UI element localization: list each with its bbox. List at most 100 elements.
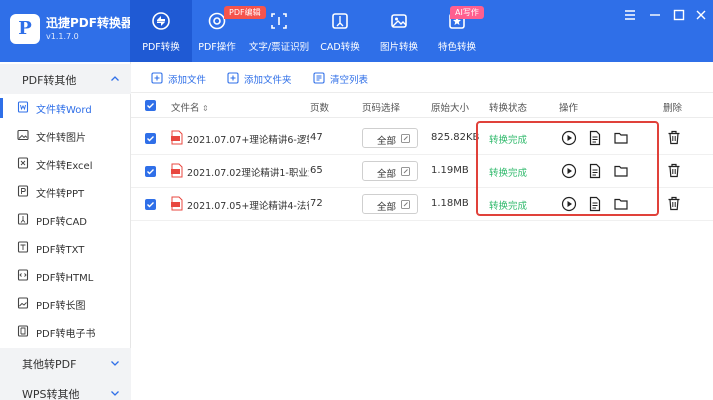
section-title: WPS转其他 bbox=[22, 388, 80, 400]
section-title: PDF转其他 bbox=[22, 74, 77, 87]
page-range-button[interactable]: 全部 bbox=[362, 161, 418, 181]
check-icon bbox=[147, 169, 154, 175]
add-folder-label: 添加文件夹 bbox=[244, 75, 292, 86]
app-version: v1.1.7.0 bbox=[46, 32, 79, 41]
check-icon bbox=[147, 202, 154, 208]
sort-icon: ⇕ bbox=[199, 104, 209, 113]
edit-icon bbox=[401, 200, 410, 209]
col-filename-label: 文件名 bbox=[171, 103, 200, 114]
row-checkbox[interactable] bbox=[145, 166, 156, 177]
sidebar-section-pdf-to-other[interactable]: PDF转其他 bbox=[0, 64, 131, 94]
chevron-down-icon bbox=[111, 391, 119, 396]
sidebar: PDF转其他 文件转Word 文件转图片 文件转Excel 文件转PPT PDF… bbox=[0, 62, 131, 400]
clear-list-icon bbox=[313, 72, 325, 84]
file-size: 825.82KB bbox=[431, 132, 480, 143]
col-status: 转换状态 bbox=[489, 103, 528, 114]
sidebar-item-file-to-word[interactable]: 文件转Word bbox=[0, 94, 131, 122]
page-count: 47 bbox=[310, 132, 323, 143]
close-icon[interactable] bbox=[694, 8, 708, 22]
sidebar-item-label: PDF转TXT bbox=[36, 245, 85, 256]
page-range-label: 全部 bbox=[377, 136, 397, 147]
sidebar-item-file-to-ppt[interactable]: 文件转PPT bbox=[0, 178, 131, 206]
menu-icon[interactable] bbox=[623, 8, 637, 22]
col-delete: 删除 bbox=[663, 103, 683, 114]
edit-icon bbox=[401, 134, 410, 143]
check-icon bbox=[147, 103, 154, 109]
sidebar-item-label: PDF转HTML bbox=[36, 273, 94, 284]
row-checkbox[interactable] bbox=[145, 133, 156, 144]
chevron-down-icon bbox=[111, 361, 119, 366]
page-range-button[interactable]: 全部 bbox=[362, 128, 418, 148]
row-checkbox[interactable] bbox=[145, 199, 156, 210]
image-icon bbox=[391, 14, 407, 28]
sidebar-item-label: PDF转电子书 bbox=[36, 329, 96, 340]
clear-list-button[interactable]: 清空列表 bbox=[313, 70, 393, 86]
trash-icon[interactable] bbox=[667, 130, 681, 145]
logo-icon: P bbox=[18, 18, 32, 39]
app-name: 迅捷PDF转换器 bbox=[46, 16, 133, 30]
table-header: 文件名 ⇕ 页数 页码选择 原始大小 转换状态 操作 删除 bbox=[131, 94, 713, 118]
top-bar: P 迅捷PDF转换器 v1.1.7.0 PDF转换 PDF操作 PDF编辑 文字… bbox=[0, 0, 713, 62]
file-name: 2021.07.07+理论精讲6-逻辑 bbox=[187, 135, 309, 146]
sidebar-item-pdf-to-cad[interactable]: PDF转CAD bbox=[0, 206, 131, 234]
add-file-icon bbox=[151, 72, 163, 84]
sidebar-item-file-to-image[interactable]: 文件转图片 bbox=[0, 122, 131, 150]
sidebar-item-file-to-excel[interactable]: 文件转Excel bbox=[0, 150, 131, 178]
page-range-label: 全部 bbox=[377, 169, 397, 180]
cad-icon bbox=[332, 13, 348, 29]
convert-icon bbox=[152, 12, 170, 30]
trash-icon[interactable] bbox=[667, 163, 681, 178]
file-name: 2021.07.02理论精讲1-职业注 bbox=[187, 168, 309, 179]
sidebar-item-pdf-to-ebook[interactable]: PDF转电子书 bbox=[0, 318, 131, 346]
sidebar-item-label: 文件转图片 bbox=[36, 133, 86, 144]
ebook-icon bbox=[17, 325, 29, 337]
sidebar-section-other-to-pdf[interactable]: 其他转PDF bbox=[0, 348, 131, 378]
main-panel: 添加文件 添加文件夹 清空列表 文件名 ⇕ 页数 页码选择 原始大小 转换状态 … bbox=[131, 62, 713, 400]
select-all-checkbox[interactable] bbox=[145, 100, 156, 111]
sidebar-item-pdf-to-txt[interactable]: PDF转TXT bbox=[0, 234, 131, 262]
highlight-box bbox=[476, 121, 659, 216]
long-image-icon bbox=[17, 297, 29, 309]
image-icon bbox=[17, 129, 29, 141]
col-pages: 页数 bbox=[310, 103, 330, 114]
file-size: 1.19MB bbox=[431, 165, 469, 176]
add-file-button[interactable]: 添加文件 bbox=[151, 70, 231, 86]
page-range-label: 全部 bbox=[377, 202, 397, 213]
page-range-button[interactable]: 全部 bbox=[362, 194, 418, 214]
sidebar-item-label: PDF转CAD bbox=[36, 217, 88, 228]
trash-icon[interactable] bbox=[667, 196, 681, 211]
minimize-icon[interactable] bbox=[648, 8, 662, 22]
edit-icon bbox=[401, 167, 410, 176]
sidebar-item-label: 文件转Word bbox=[36, 105, 92, 116]
sidebar-item-pdf-to-html[interactable]: PDF转HTML bbox=[0, 262, 131, 290]
page-count: 65 bbox=[310, 165, 323, 176]
ocr-icon bbox=[271, 13, 287, 29]
sidebar-item-pdf-to-long-image[interactable]: PDF转长图 bbox=[0, 290, 131, 318]
clear-list-label: 清空列表 bbox=[330, 75, 369, 86]
col-actions: 操作 bbox=[559, 103, 579, 114]
app-logo: P bbox=[10, 14, 40, 44]
sidebar-section-wps-to-other[interactable]: WPS转其他 bbox=[0, 378, 131, 400]
col-size: 原始大小 bbox=[431, 103, 470, 114]
sidebar-item-label: 文件转PPT bbox=[36, 189, 85, 200]
file-name: 2021.07.05+理论精讲4-法律 bbox=[187, 201, 309, 212]
pdf-file-icon bbox=[171, 130, 183, 145]
col-filename[interactable]: 文件名 ⇕ bbox=[171, 100, 209, 114]
file-size: 1.18MB bbox=[431, 198, 469, 209]
ai-writing-badge: AI写作 bbox=[450, 6, 484, 19]
add-folder-button[interactable]: 添加文件夹 bbox=[227, 70, 317, 86]
sidebar-item-label: PDF转长图 bbox=[36, 301, 86, 312]
sidebar-item-label: 文件转Excel bbox=[36, 161, 93, 172]
html-icon bbox=[17, 269, 29, 281]
word-icon bbox=[17, 101, 29, 113]
excel-icon bbox=[17, 157, 29, 169]
nav-label: 特色转换 bbox=[437, 42, 476, 53]
page-count: 72 bbox=[310, 198, 323, 209]
col-page-range: 页码选择 bbox=[362, 103, 401, 114]
pdf-file-icon bbox=[171, 196, 183, 211]
ppt-icon bbox=[17, 185, 29, 197]
cad-icon bbox=[17, 213, 29, 225]
chevron-up-icon bbox=[111, 76, 119, 81]
check-icon bbox=[147, 136, 154, 142]
maximize-icon[interactable] bbox=[672, 8, 686, 22]
